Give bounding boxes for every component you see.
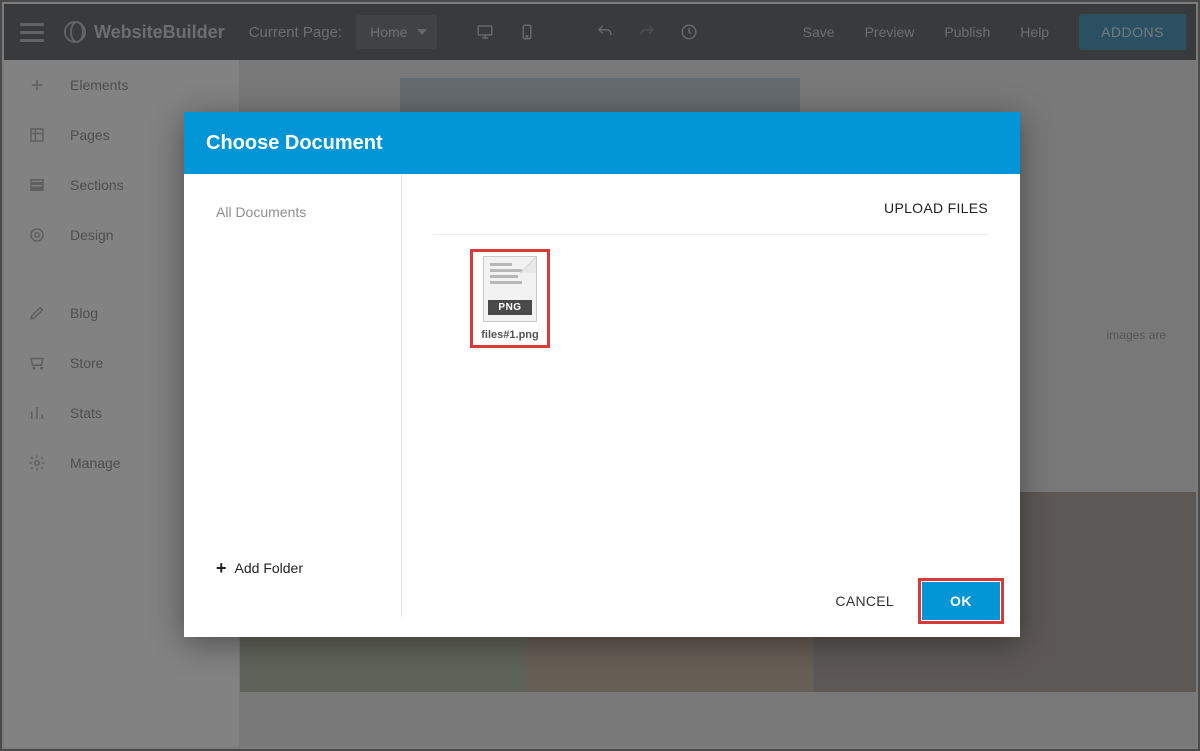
file-icon: PNG [483, 256, 537, 322]
document-tile[interactable]: PNG files#1.png [470, 249, 550, 348]
dialog-sidebar: All Documents + Add Folder [184, 174, 402, 617]
folder-all-documents[interactable]: All Documents [184, 192, 401, 232]
upload-files-button[interactable]: UPLOAD FILES [884, 200, 988, 216]
file-name-label: files#1.png [481, 329, 538, 341]
files-grid: PNG files#1.png [434, 235, 988, 362]
dialog-footer: CANCEL OK [184, 565, 1020, 637]
cancel-button[interactable]: CANCEL [825, 581, 904, 621]
file-extension-badge: PNG [488, 300, 532, 315]
ok-button[interactable]: OK [922, 582, 1000, 620]
dialog-title: Choose Document [184, 112, 1020, 174]
choose-document-dialog: Choose Document All Documents + Add Fold… [184, 112, 1020, 637]
